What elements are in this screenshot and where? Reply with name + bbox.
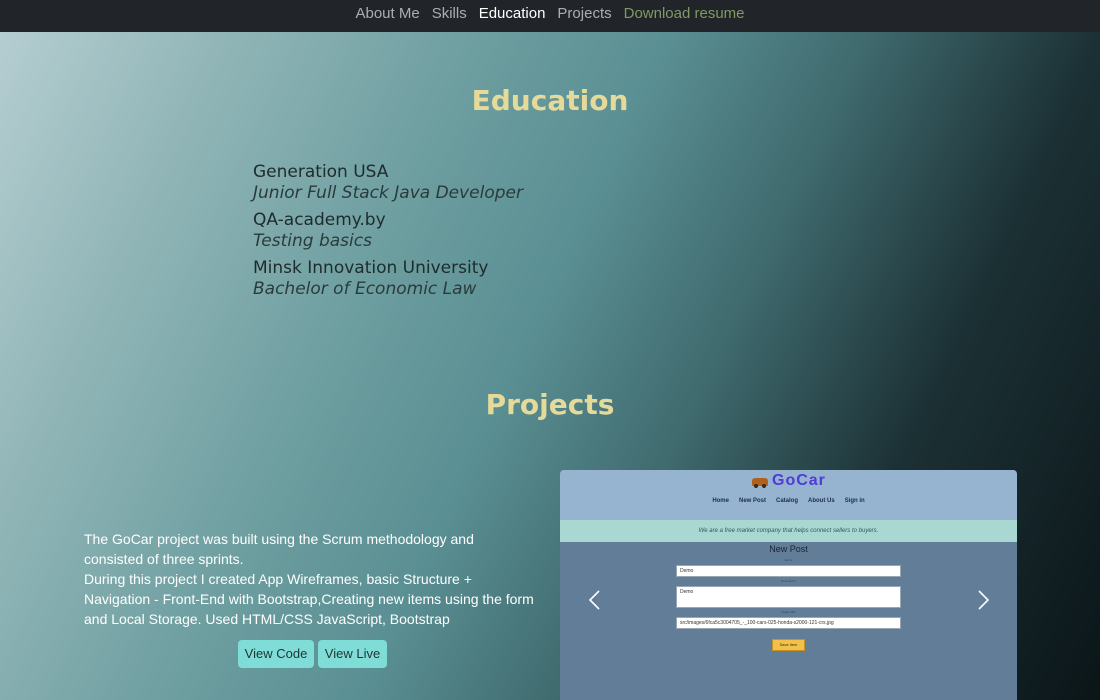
education-degree: Bachelor of Economic Law <box>253 279 477 299</box>
screenshot-field-label: Description <box>780 579 796 583</box>
screenshot-nav-item: Catalog <box>776 498 799 504</box>
screenshot-tagline: We are a free market company that helps … <box>560 520 1017 542</box>
education-item: Generation USA Junior Full Stack Java De… <box>253 162 523 204</box>
screenshot-nav-item: Sign in <box>844 498 865 504</box>
car-icon <box>752 475 768 488</box>
education-item: Minsk Innovation University Bachelor of … <box>253 258 523 300</box>
screenshot-image-url-field: src/images/6fca5c3004705_-_100-cars-025-… <box>676 617 901 629</box>
carousel-next-button[interactable] <box>970 588 994 612</box>
view-live-button[interactable]: View Live <box>318 640 387 668</box>
gocar-logo-text: GoCar <box>772 472 826 489</box>
nav-skills[interactable]: Skills <box>426 4 473 24</box>
education-degree: Testing basics <box>253 231 372 251</box>
screenshot-nav-item: Home <box>712 498 729 504</box>
download-resume-link[interactable]: Download resume <box>618 4 751 24</box>
project-description: The GoCar project was built using the Sc… <box>84 529 534 629</box>
education-degree: Junior Full Stack Java Developer <box>253 183 524 203</box>
education-school: Minsk Innovation University <box>253 258 489 278</box>
screenshot-header: GoCar Home New Post Catalog About Us Sig… <box>560 470 1017 520</box>
screenshot-description-field: Demo <box>676 586 901 608</box>
screenshot-nav-item: About Us <box>808 498 835 504</box>
view-code-button[interactable]: View Code <box>238 640 314 668</box>
project-description-paragraph: During this project I created App Wirefr… <box>84 571 534 627</box>
screenshot-form-title: New Post <box>769 544 808 554</box>
screenshot-save-button: Save item <box>772 639 805 651</box>
projects-heading: Projects <box>485 388 615 421</box>
project-buttons: View Code View Live <box>238 640 387 668</box>
screenshot-name-field: Demo <box>676 565 901 577</box>
nav-projects[interactable]: Projects <box>551 4 617 24</box>
top-navbar: About Me Skills Education Projects Downl… <box>0 0 1100 32</box>
gocar-logo: GoCar <box>752 472 826 490</box>
nav-education[interactable]: Education <box>473 4 552 24</box>
screenshot-field-label: Image URL <box>780 610 797 614</box>
project-description-paragraph: The GoCar project was built using the Sc… <box>84 531 474 567</box>
education-heading: Education <box>471 84 629 117</box>
screenshot-nav: Home New Post Catalog About Us Sign in <box>560 498 1017 504</box>
screenshot-field-label: Name <box>784 558 793 562</box>
chevron-right-icon <box>978 590 990 610</box>
education-school: Generation USA <box>253 162 389 182</box>
education-school: QA-academy.by <box>253 210 386 230</box>
carousel-prev-button[interactable] <box>584 588 608 612</box>
chevron-left-icon <box>588 590 600 610</box>
education-item: QA-academy.by Testing basics <box>253 210 523 252</box>
nav-about-me[interactable]: About Me <box>349 4 425 24</box>
project-carousel: GoCar Home New Post Catalog About Us Sig… <box>560 470 1017 700</box>
screenshot-nav-item: New Post <box>738 498 766 504</box>
education-list: Generation USA Junior Full Stack Java De… <box>253 162 523 306</box>
